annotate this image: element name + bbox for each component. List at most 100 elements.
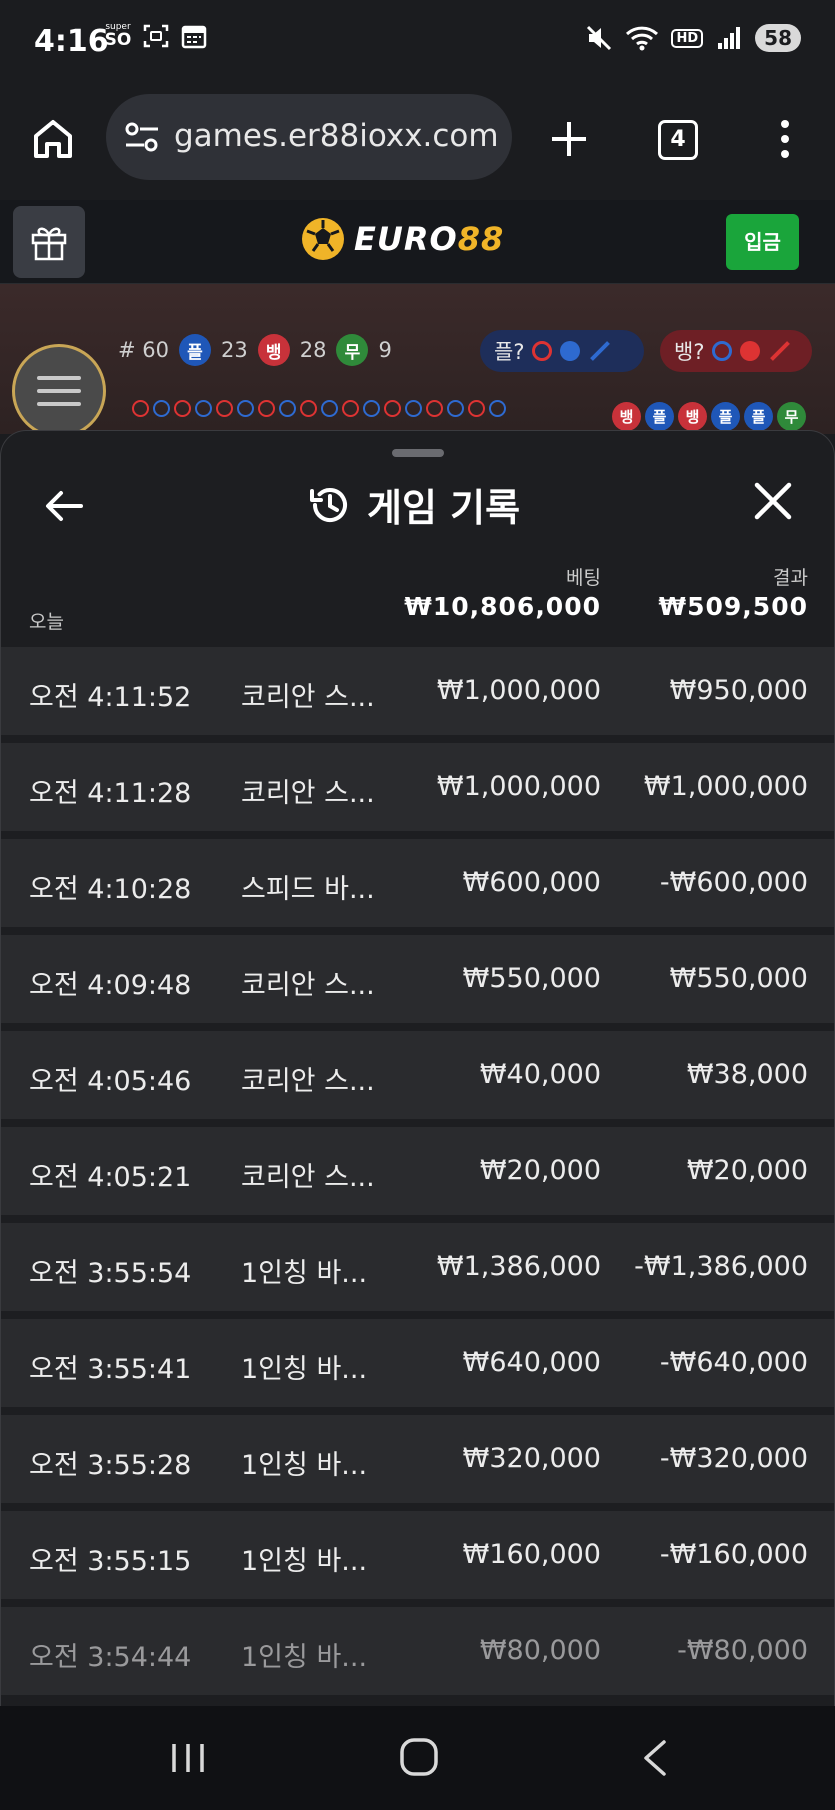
row-result: ₩550,000 [669, 963, 808, 994]
row-bet: ₩160,000 [462, 1539, 601, 1570]
sheet-title: 게임 기록 [307, 477, 520, 532]
row-result: -₩320,000 [659, 1443, 808, 1474]
history-row[interactable]: 오전 4:05:46 코리안 스... ₩40,000 ₩38,000 [1, 1031, 834, 1119]
road-dot [363, 400, 380, 417]
more-vert-icon[interactable] [770, 116, 800, 162]
row-time: 오전 4:09:48 [29, 970, 192, 1001]
row-bet: ₩1,000,000 [436, 771, 601, 802]
road-dot [426, 400, 443, 417]
row-bet: ₩320,000 [462, 1443, 601, 1474]
status-bar: 4:16 super SO HD 58 [0, 0, 835, 88]
road-dot [342, 400, 359, 417]
history-row[interactable]: 오전 4:09:48 코리안 스... ₩550,000 ₩550,000 [1, 935, 834, 1023]
row-result: -₩1,386,000 [634, 1251, 808, 1282]
road-dot [300, 400, 317, 417]
tab-count-button[interactable]: 4 [658, 120, 698, 160]
banker-predict-button[interactable]: 뱅? [660, 330, 812, 372]
site-settings-icon[interactable] [124, 120, 160, 154]
row-result: ₩950,000 [669, 675, 808, 706]
bet-header: 베팅 [566, 567, 601, 589]
row-time: 오전 3:55:54 [29, 1258, 192, 1289]
history-row[interactable]: 오전 3:54:44 1인칭 바... ₩80,000 -₩80,000 [1, 1607, 834, 1695]
menu-button[interactable] [12, 344, 106, 434]
hamburger-icon [37, 376, 81, 406]
result-header: 결과 [773, 567, 808, 589]
row-game: 1인칭 바... [241, 1546, 368, 1577]
road-dot [468, 400, 485, 417]
history-row[interactable]: 오전 3:55:41 1인칭 바... ₩640,000 -₩640,000 [1, 1319, 834, 1407]
banker-badge: 뱅 [257, 334, 290, 366]
game-stats-strip: # 60 플 23 뱅 28 무 9 플? 뱅? 뱅 플 뱅 플 플 무 [0, 284, 835, 434]
history-row[interactable]: 오전 4:05:21 코리안 스... ₩20,000 ₩20,000 [1, 1127, 834, 1215]
system-nav-bar [0, 1706, 835, 1810]
back-arrow-icon[interactable] [41, 483, 87, 529]
player-predict-button[interactable]: 플? [480, 330, 644, 372]
road-dot [279, 400, 296, 417]
road-dot [447, 400, 464, 417]
address-bar[interactable]: games.er88ioxx.com [106, 94, 512, 180]
row-result: ₩1,000,000 [643, 771, 808, 802]
sheet-grabber[interactable] [392, 449, 444, 457]
game-history-sheet: 게임 기록 오늘 베팅 ₩10,806,000 결과 ₩509,500 오전 4… [0, 430, 835, 1706]
road-dot [489, 400, 506, 417]
road-dot [174, 400, 191, 417]
signal-icon [715, 24, 743, 52]
row-game: 1인칭 바... [241, 1258, 368, 1289]
player-slash-icon [590, 341, 611, 361]
history-chip: 플 [744, 402, 773, 431]
back-nav-icon[interactable] [640, 1738, 670, 1778]
logo-text-num: 88 [457, 220, 505, 258]
row-time: 오전 3:55:41 [29, 1354, 192, 1385]
road-dot [258, 400, 275, 417]
history-row[interactable]: 오전 4:10:28 스피드 바... ₩600,000 -₩600,000 [1, 839, 834, 927]
home-icon[interactable] [30, 116, 76, 162]
history-list: 오전 4:11:52 코리안 스... ₩1,000,000 ₩950,000 … [1, 647, 834, 1703]
banker-predict-label: 뱅? [674, 340, 705, 364]
history-row[interactable]: 오전 3:55:54 1인칭 바... ₩1,386,000 -₩1,386,0… [1, 1223, 834, 1311]
calendar-icon [180, 22, 208, 50]
history-row[interactable]: 오전 3:55:15 1인칭 바... ₩160,000 -₩160,000 [1, 1511, 834, 1599]
summary-header: 오늘 베팅 ₩10,806,000 결과 ₩509,500 [1, 551, 834, 641]
row-time: 오전 3:55:28 [29, 1450, 192, 1481]
recent-apps-icon[interactable] [168, 1740, 208, 1776]
soccer-ball-icon [302, 218, 344, 260]
row-time: 오전 4:11:52 [29, 682, 192, 713]
road-dot [216, 400, 233, 417]
today-label: 오늘 [29, 611, 64, 633]
browser-toolbar: games.er88ioxx.com 4 [0, 88, 835, 200]
row-result: -₩640,000 [659, 1347, 808, 1378]
site-logo[interactable]: EURO88 [300, 216, 504, 262]
home-nav-icon[interactable] [398, 1736, 440, 1778]
banker-count: 28 [299, 338, 327, 362]
row-game: 코리안 스... [241, 682, 375, 713]
url-text[interactable]: games.er88ioxx.com [174, 118, 504, 154]
tie-badge: 무 [336, 334, 369, 366]
close-icon[interactable] [753, 481, 793, 521]
gift-button[interactable] [13, 206, 85, 278]
row-time: 오전 3:54:44 [29, 1642, 192, 1673]
history-row[interactable]: 오전 3:55:28 1인칭 바... ₩320,000 -₩320,000 [1, 1415, 834, 1503]
status-right-icons: HD 58 [585, 24, 801, 52]
row-time: 오전 4:05:46 [29, 1066, 192, 1097]
site-header: EURO88 입금 [0, 200, 835, 284]
tie-count: 9 [378, 338, 392, 362]
row-game: 코리안 스... [241, 1162, 375, 1193]
row-bet: ₩550,000 [462, 963, 601, 994]
bead-road [132, 400, 506, 417]
player-ring-icon [712, 341, 733, 361]
history-chip: 무 [777, 402, 806, 431]
hd-icon: HD [671, 28, 704, 48]
result-history: 뱅 플 뱅 플 플 무 [612, 402, 806, 431]
history-row[interactable]: 오전 4:11:52 코리안 스... ₩1,000,000 ₩950,000 [1, 647, 834, 735]
road-dot [384, 400, 401, 417]
bet-total: ₩10,806,000 [404, 592, 601, 621]
row-game: 코리안 스... [241, 970, 375, 1001]
history-row[interactable]: 오전 4:11:28 코리안 스... ₩1,000,000 ₩1,000,00… [1, 743, 834, 831]
plus-icon[interactable] [546, 116, 592, 162]
round-number: # 60 [118, 338, 169, 362]
row-bet: ₩80,000 [479, 1635, 601, 1666]
deposit-button[interactable]: 입금 [726, 214, 799, 270]
player-badge: 플 [179, 334, 211, 366]
status-left-icons: super SO [104, 22, 208, 50]
player-predict-label: 플? [494, 340, 525, 364]
